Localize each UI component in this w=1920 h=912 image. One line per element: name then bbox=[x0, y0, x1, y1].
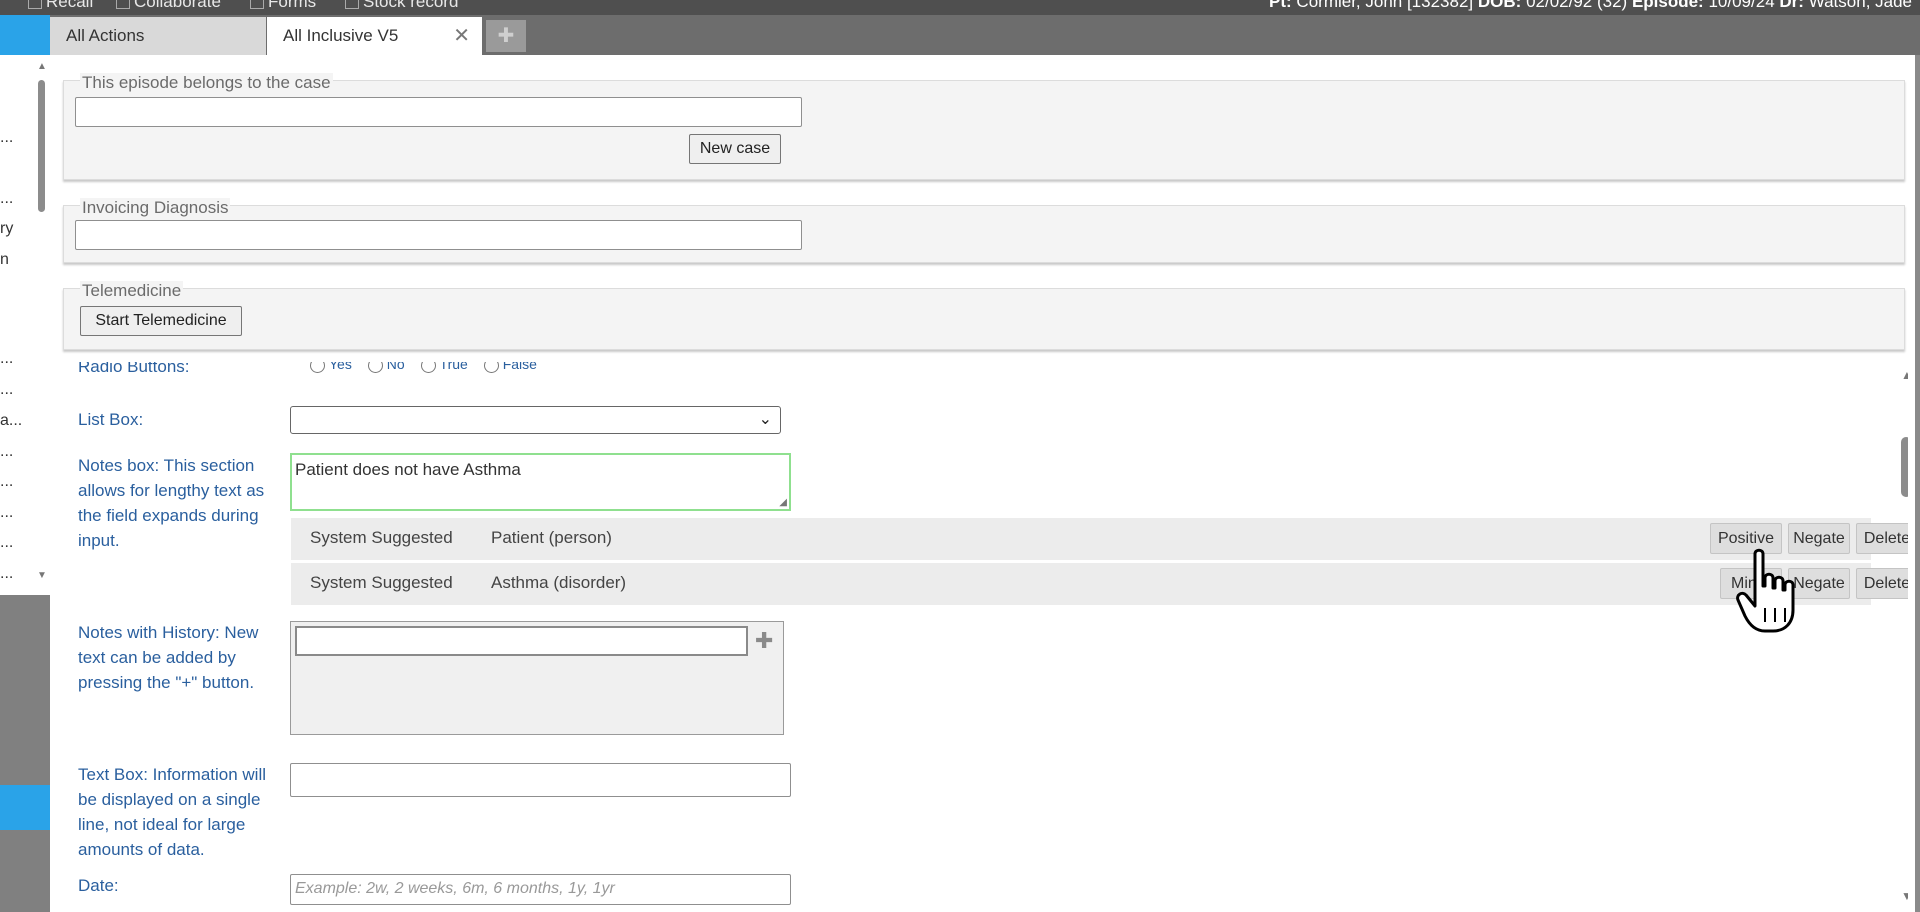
sidebar-item[interactable]: ... bbox=[0, 565, 13, 583]
add-tab-button[interactable]: ✚ bbox=[486, 20, 526, 52]
radio-false[interactable] bbox=[483, 362, 499, 373]
chevron-down-icon: ⌄ bbox=[758, 411, 772, 428]
toolbar-recall[interactable]: Recall bbox=[28, 0, 93, 12]
toolbar-stock-record[interactable]: Stock record bbox=[345, 0, 458, 12]
radio-true[interactable] bbox=[420, 362, 436, 373]
suggestion-row: System Suggested Patient (person) Positi… bbox=[291, 518, 1908, 560]
radio-no[interactable] bbox=[367, 362, 383, 373]
sidebar-item[interactable]: ry bbox=[0, 220, 13, 238]
sidebar-item[interactable]: a... bbox=[0, 412, 22, 430]
add-note-icon[interactable]: ✚ bbox=[755, 628, 773, 654]
delete-button[interactable]: Delete bbox=[1856, 523, 1908, 554]
forms-icon bbox=[250, 0, 264, 9]
sidebar-item[interactable]: ... bbox=[0, 443, 13, 461]
case-legend: This episode belongs to the case bbox=[80, 73, 333, 93]
text-box-label: Text Box: Information will be displayed … bbox=[78, 765, 267, 859]
suggestion-source: System Suggested bbox=[310, 573, 453, 592]
recall-icon bbox=[28, 0, 42, 9]
notes-box-textarea[interactable]: Patient does not have Asthma ◢ bbox=[290, 453, 791, 511]
radio-group: Yes No True False bbox=[298, 362, 537, 373]
invoicing-diagnosis-input[interactable] bbox=[75, 220, 802, 250]
start-telemedicine-button[interactable]: Start Telemedicine bbox=[80, 306, 242, 336]
collaborate-icon bbox=[116, 0, 130, 9]
close-tab-icon[interactable]: ✕ bbox=[453, 17, 470, 55]
top-toolbar: Recall Collaborate Forms Stock record Pt… bbox=[0, 0, 1920, 15]
scroll-down-icon[interactable]: ▼ bbox=[1901, 889, 1908, 903]
scroll-down-icon[interactable]: ▼ bbox=[37, 570, 47, 581]
sidebar-item[interactable]: ... bbox=[0, 350, 13, 368]
sidebar-item[interactable]: ... bbox=[0, 534, 13, 552]
sidebar-scroll-thumb[interactable] bbox=[38, 80, 45, 212]
sidebar-item[interactable]: n bbox=[0, 251, 9, 269]
notes-box-label: Notes box: This section allows for lengt… bbox=[78, 456, 265, 550]
tab-all-actions[interactable]: All Actions bbox=[50, 17, 266, 55]
tab-all-inclusive[interactable]: All Inclusive V5 ✕ bbox=[267, 17, 482, 55]
toolbar-collaborate[interactable]: Collaborate bbox=[116, 0, 221, 12]
telemedicine-panel: Telemedicine Start Telemedicine bbox=[63, 281, 1905, 350]
resize-grip-icon[interactable]: ◢ bbox=[779, 497, 787, 508]
radio-yes[interactable] bbox=[310, 362, 325, 373]
delete-button[interactable]: Delete bbox=[1856, 568, 1908, 599]
notes-history-input[interactable] bbox=[295, 626, 748, 656]
suggestion-term: Patient (person) bbox=[491, 528, 612, 547]
stock-record-icon bbox=[345, 0, 359, 9]
telemedicine-legend: Telemedicine bbox=[80, 281, 184, 301]
date-label: Date: bbox=[78, 876, 119, 895]
sidebar-item[interactable]: ... bbox=[0, 129, 13, 147]
notes-history-box: ✚ bbox=[290, 621, 784, 735]
patient-banner: Pt: Cormier, John [132382] DOB: 02/02/92… bbox=[1269, 0, 1912, 11]
case-input[interactable] bbox=[75, 97, 802, 127]
sidebar-item[interactable]: ... bbox=[0, 381, 13, 399]
list-box-select[interactable]: ⌄ bbox=[290, 406, 781, 434]
sidebar-item[interactable]: ... bbox=[0, 190, 13, 208]
new-case-button[interactable]: New case bbox=[689, 134, 781, 164]
text-box-input[interactable] bbox=[290, 763, 791, 797]
sidebar-item[interactable]: ... bbox=[0, 473, 13, 491]
scroll-up-icon[interactable]: ▲ bbox=[1901, 368, 1908, 382]
scroll-up-icon[interactable]: ▲ bbox=[37, 61, 47, 72]
form-area: Radio Buttons: Yes No True False List Bo… bbox=[63, 362, 1908, 912]
sidebar-lower-area bbox=[0, 595, 50, 912]
hand-cursor-icon bbox=[1736, 548, 1795, 633]
window-edge bbox=[1915, 55, 1920, 912]
suggestion-term: Asthma (disorder) bbox=[491, 573, 627, 592]
sidebar-item[interactable]: ... bbox=[0, 504, 13, 522]
notes-history-label: Notes with History: New text can be adde… bbox=[78, 623, 259, 692]
date-input[interactable]: Example: 2w, 2 weeks, 6m, 6 months, 1y, … bbox=[290, 874, 791, 905]
form-scroll-thumb[interactable] bbox=[1901, 437, 1908, 497]
tab-strip: All Actions All Inclusive V5 ✕ ✚ bbox=[0, 15, 1920, 55]
suggestion-row: System Suggested Asthma (disorder) Minor… bbox=[291, 563, 1908, 605]
tabstrip-accent bbox=[0, 15, 50, 55]
sidebar-selected-item[interactable] bbox=[0, 785, 50, 830]
case-panel: This episode belongs to the case New cas… bbox=[63, 73, 1905, 180]
left-sidebar: ... ... ry n ... ... a... ... ... ... ..… bbox=[0, 55, 50, 912]
invoicing-panel: Invoicing Diagnosis bbox=[63, 198, 1905, 263]
radio-buttons-label: Radio Buttons: bbox=[78, 362, 190, 376]
list-box-label: List Box: bbox=[78, 410, 144, 429]
invoicing-legend: Invoicing Diagnosis bbox=[80, 198, 231, 218]
toolbar-forms[interactable]: Forms bbox=[250, 0, 316, 12]
suggestion-source: System Suggested bbox=[310, 528, 453, 547]
